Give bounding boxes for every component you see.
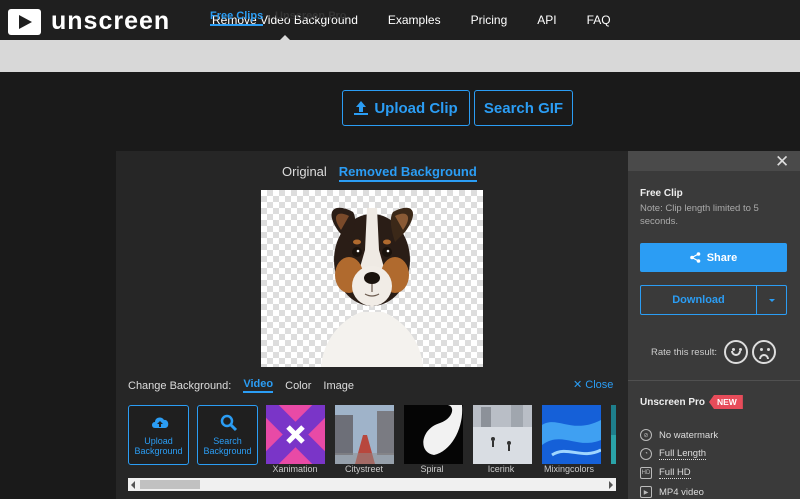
sub-nav-bar xyxy=(0,40,800,72)
search-icon xyxy=(220,414,238,432)
nav-faq[interactable]: FAQ xyxy=(587,13,611,27)
share-button[interactable]: Share xyxy=(640,243,787,272)
rate-label: Rate this result: xyxy=(651,347,717,358)
tab-original[interactable]: Original xyxy=(282,164,327,182)
smiley-face-icon[interactable] xyxy=(724,340,748,364)
close-label: Close xyxy=(585,379,614,391)
play-icon xyxy=(8,8,41,35)
upload-background-button[interactable]: Upload Background xyxy=(128,405,189,465)
new-badge: NEW xyxy=(709,395,743,409)
xanimation-thumbnail xyxy=(259,405,332,465)
spiral-thumbnail xyxy=(404,405,463,464)
scroll-right-icon[interactable] xyxy=(609,481,613,489)
citystreet-thumbnail xyxy=(335,405,394,464)
search-gif-button[interactable]: Search GIF xyxy=(474,90,573,126)
bg-tab-color[interactable]: Color xyxy=(285,380,311,392)
scroll-left-icon[interactable] xyxy=(131,481,135,489)
nav-examples[interactable]: Examples xyxy=(388,13,441,27)
horizontal-scrollbar[interactable] xyxy=(128,478,616,491)
thumb-label-icerink: Icerink xyxy=(487,464,515,474)
upload-clip-label: Upload Clip xyxy=(374,99,458,117)
feature-label: No watermark xyxy=(659,429,719,441)
free-clip-note: Note: Clip length limited to 5 seconds. xyxy=(640,203,759,227)
icerink-thumbnail xyxy=(473,405,532,464)
upload-icon xyxy=(354,101,369,115)
bg-thumb-spiral[interactable] xyxy=(404,405,465,465)
background-thumbnails: Upload Background Search Background xyxy=(128,405,616,465)
feature-label: MP4 video xyxy=(659,486,704,498)
download-options-chevron-down-icon[interactable] xyxy=(756,285,787,315)
pro-title: Unscreen Pro xyxy=(640,397,706,408)
download-button[interactable]: Download xyxy=(640,285,757,315)
bg-tab-image[interactable]: Image xyxy=(323,380,354,392)
mixingcolors-thumbnail xyxy=(542,405,602,464)
feature-full-hd: HD Full HD xyxy=(640,467,691,479)
thumb-label-mixingcolors: Mixingcolors xyxy=(543,464,594,474)
scrollbar-thumb[interactable] xyxy=(140,480,200,489)
cloud-upload-icon xyxy=(152,417,169,428)
download-label: Download xyxy=(672,294,725,306)
bg-thumb-partial[interactable] xyxy=(611,405,616,465)
bg-thumb-icerink[interactable] xyxy=(473,405,534,465)
change-background-bar: Change Background: Video Color Image xyxy=(128,378,354,393)
logo-text: unscreen xyxy=(51,7,171,35)
change-background-label: Change Background: xyxy=(128,379,232,392)
feature-label[interactable]: Full Length xyxy=(659,448,707,460)
partial-thumbnail xyxy=(611,405,616,464)
feature-full-length: ◔ Full Length xyxy=(640,448,707,460)
tab-unscreen-pro[interactable]: Unscreen Pro xyxy=(275,10,347,22)
nav-api[interactable]: API xyxy=(537,13,556,27)
bg-thumb-mixingcolors[interactable] xyxy=(542,405,603,465)
nav-pricing[interactable]: Pricing xyxy=(471,13,508,27)
close-icon: ✕ xyxy=(573,379,583,391)
thumb-label-spiral: Spiral xyxy=(420,464,444,474)
tab-free-clips[interactable]: Free Clips xyxy=(210,10,264,26)
bg-thumb-xanimation[interactable] xyxy=(259,405,332,465)
search-gif-label: Search GIF xyxy=(483,99,564,117)
result-preview xyxy=(261,190,483,367)
free-clip-title: Free Clip xyxy=(640,188,683,199)
thumb-label-citystreet: Citystreet xyxy=(344,464,383,474)
feature-label[interactable]: Full HD xyxy=(659,467,691,479)
close-icon[interactable]: ✕ xyxy=(775,152,789,172)
logo[interactable]: unscreen xyxy=(8,7,170,36)
view-tabs: Original Removed Background xyxy=(282,164,477,182)
feature-mp4-video: ▶ MP4 video xyxy=(640,486,704,498)
share-label: Share xyxy=(706,251,738,264)
feature-no-watermark: ⊘ No watermark xyxy=(640,429,718,441)
upload-clip-button[interactable]: Upload Clip xyxy=(342,90,470,126)
video-icon: ▶ xyxy=(640,486,652,498)
upload-background-label: Upload Background xyxy=(134,436,183,456)
panel-divider xyxy=(628,380,800,381)
hd-icon: HD xyxy=(640,467,652,479)
main-nav: Remove Video Background Examples Pricing… xyxy=(212,0,611,41)
tab-removed-background[interactable]: Removed Background xyxy=(338,164,477,182)
no-watermark-icon: ⊘ xyxy=(640,429,652,441)
search-background-button[interactable]: Search Background xyxy=(197,405,258,465)
sad-face-icon[interactable] xyxy=(752,340,776,364)
top-nav-bar: unscreen Remove Video Background Example… xyxy=(0,0,800,41)
thumb-label-xanimation: Xanimation xyxy=(272,464,318,474)
search-background-label: Search Background xyxy=(203,436,252,456)
clock-icon: ◔ xyxy=(640,448,652,460)
bg-thumb-citystreet[interactable] xyxy=(335,405,396,465)
dog-image xyxy=(321,207,423,367)
close-background-button[interactable]: ✕ Close xyxy=(573,378,613,391)
bg-tab-video[interactable]: Video xyxy=(243,378,274,393)
share-icon xyxy=(689,252,701,263)
